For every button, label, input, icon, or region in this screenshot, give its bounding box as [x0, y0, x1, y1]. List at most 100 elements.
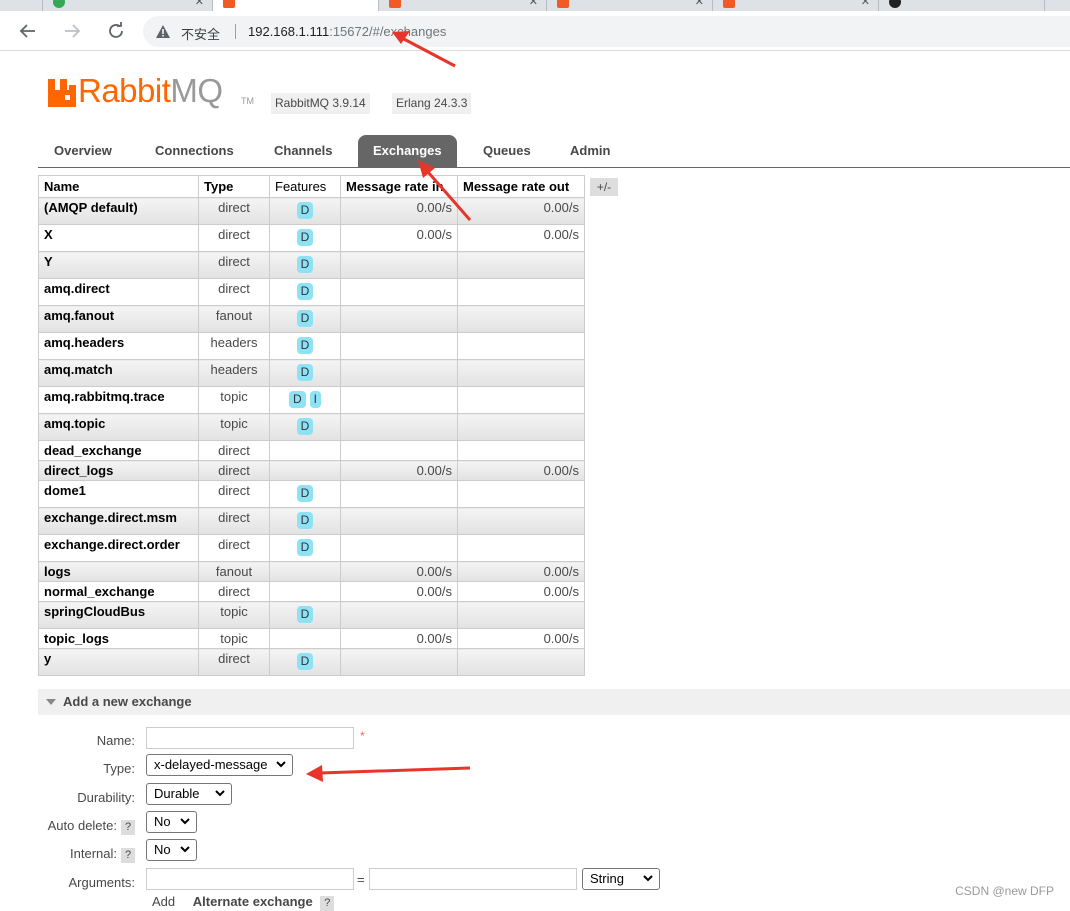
browser-tab[interactable]: ✕	[713, 0, 879, 11]
collapse-triangle-icon	[46, 699, 56, 705]
column-header-rate-out[interactable]: Message rate out	[457, 175, 585, 198]
exchange-name-link[interactable]: amq.headers	[38, 332, 199, 360]
tab-connections[interactable]: Connections	[140, 135, 249, 167]
exchange-name-link[interactable]: exchange.direct.order	[38, 534, 199, 562]
argument-type-select[interactable]: String	[582, 868, 660, 890]
exchange-name-link[interactable]: amq.rabbitmq.trace	[38, 386, 199, 414]
close-tab-icon[interactable]: ✕	[195, 0, 204, 8]
exchange-name-link[interactable]: normal_exchange	[38, 581, 199, 602]
argument-key-input[interactable]	[146, 868, 354, 890]
rate-in-cell	[340, 507, 458, 535]
exchange-name-link[interactable]: Y	[38, 251, 199, 279]
exchange-name-link[interactable]: direct_logs	[38, 460, 199, 481]
table-row: amq.match headers D	[38, 359, 585, 387]
rate-in-cell	[340, 332, 458, 360]
add-exchange-section-header[interactable]: Add a new exchange	[38, 689, 1070, 715]
feature-badge: D	[296, 364, 314, 381]
browser-tab-active[interactable]	[213, 0, 379, 11]
help-button[interactable]: ?	[320, 896, 335, 911]
chevron-down-icon	[643, 875, 653, 882]
features-cell	[269, 460, 341, 481]
tab-favicon-icon	[53, 0, 65, 8]
exchange-name-link[interactable]: logs	[38, 561, 199, 582]
tab-overview[interactable]: Overview	[39, 135, 127, 167]
back-button[interactable]	[16, 19, 40, 43]
exchange-type-cell: headers	[198, 359, 270, 387]
exchange-type-select[interactable]: x-delayed-message	[146, 754, 293, 776]
exchange-type-cell: direct	[198, 278, 270, 306]
table-row: exchange.direct.msm direct D	[38, 507, 585, 535]
column-header-name[interactable]: Name	[38, 175, 199, 198]
close-tab-icon[interactable]: ✕	[529, 0, 538, 8]
help-button[interactable]: ?	[121, 820, 135, 835]
exchange-type-cell: topic	[198, 413, 270, 441]
browser-tab[interactable]: ✕	[43, 0, 213, 11]
rate-out-cell	[457, 480, 585, 508]
url-input[interactable]: 不安全 192.168.1.111:15672/#/exchanges	[143, 16, 1070, 47]
exchange-name-link[interactable]: dome1	[38, 480, 199, 508]
argument-value-input[interactable]	[369, 868, 577, 890]
table-row: dead_exchange direct	[38, 440, 585, 461]
chevron-down-icon	[180, 818, 190, 825]
alternate-exchange-link[interactable]: Alternate exchange	[193, 894, 313, 909]
table-row: y direct D	[38, 648, 585, 676]
warning-icon[interactable]	[155, 24, 171, 39]
exchange-name-input[interactable]	[146, 727, 354, 749]
url-text[interactable]: 192.168.1.111:15672/#/exchanges	[248, 24, 446, 39]
browser-tab[interactable]: ✕	[379, 0, 547, 11]
security-label[interactable]: 不安全	[181, 24, 220, 43]
exchange-type-cell: fanout	[198, 305, 270, 333]
feature-badge: D	[296, 418, 314, 435]
exchange-name-link[interactable]: dead_exchange	[38, 440, 199, 461]
close-tab-icon[interactable]: ✕	[861, 0, 870, 8]
forward-button[interactable]	[60, 19, 84, 43]
exchange-name-link[interactable]: exchange.direct.msm	[38, 507, 199, 535]
rate-out-cell	[457, 648, 585, 676]
browser-tab[interactable]	[0, 0, 43, 11]
table-row: topic_logs topic 0.00/s 0.00/s	[38, 628, 585, 649]
tab-channels[interactable]: Channels	[259, 135, 348, 167]
column-header-rate-in[interactable]: Message rate in	[340, 175, 458, 198]
column-header-type[interactable]: Type	[198, 175, 270, 198]
rate-out-cell	[457, 413, 585, 441]
exchange-rows: (AMQP default) direct D 0.00/s 0.00/s Xdirect…	[38, 197, 585, 676]
exchange-type-cell: direct	[198, 581, 270, 602]
exchange-name-link[interactable]: amq.fanout	[38, 305, 199, 333]
table-row: logs fanout 0.00/s 0.00/s	[38, 561, 585, 582]
toggle-columns-button[interactable]: +/-	[590, 178, 618, 196]
durability-select[interactable]: Durable	[146, 783, 232, 805]
close-tab-icon[interactable]: ✕	[695, 0, 704, 8]
rate-in-cell	[340, 534, 458, 562]
exchange-name-link[interactable]: (AMQP default)	[38, 197, 199, 225]
add-argument-link[interactable]: Add	[152, 894, 175, 909]
tab-favicon-icon	[223, 0, 235, 8]
tab-exchanges[interactable]: Exchanges	[358, 135, 457, 167]
tab-admin[interactable]: Admin	[555, 135, 625, 167]
table-row: amq.topic topic D	[38, 413, 585, 441]
column-header-features: Features	[269, 175, 341, 198]
browser-tab[interactable]: ✕	[547, 0, 713, 11]
exchange-name-link[interactable]: topic_logs	[38, 628, 199, 649]
exchange-name-link[interactable]: amq.topic	[38, 413, 199, 441]
exchange-type-cell: direct	[198, 460, 270, 481]
table-row: Xdirect D 0.00/s 0.00/s	[38, 224, 585, 252]
browser-tab-strip: ✕ ✕ ✕ ✕	[0, 0, 1070, 11]
exchange-name-link[interactable]: amq.match	[38, 359, 199, 387]
auto-delete-select[interactable]: No	[146, 811, 197, 833]
browser-tab[interactable]	[879, 0, 1045, 11]
durability-label: Durability:	[77, 790, 135, 805]
exchange-name-link[interactable]: amq.direct	[38, 278, 199, 306]
tab-queues[interactable]: Queues	[468, 135, 546, 167]
help-button[interactable]: ?	[121, 848, 135, 863]
feature-badge: D	[288, 391, 306, 408]
exchange-name-link[interactable]: X	[38, 224, 199, 252]
reload-icon	[109, 22, 123, 38]
address-bar: 不安全 192.168.1.111:15672/#/exchanges	[0, 11, 1070, 51]
reload-button[interactable]	[104, 19, 128, 43]
exchange-name-link[interactable]: y	[38, 648, 199, 676]
exchanges-table: Name Type Features Message rate in Messa…	[38, 175, 585, 676]
rate-in-cell	[340, 480, 458, 508]
exchange-name-link[interactable]: springCloudBus	[38, 601, 199, 629]
internal-select[interactable]: No	[146, 839, 197, 861]
name-label: Name:	[96, 733, 135, 748]
